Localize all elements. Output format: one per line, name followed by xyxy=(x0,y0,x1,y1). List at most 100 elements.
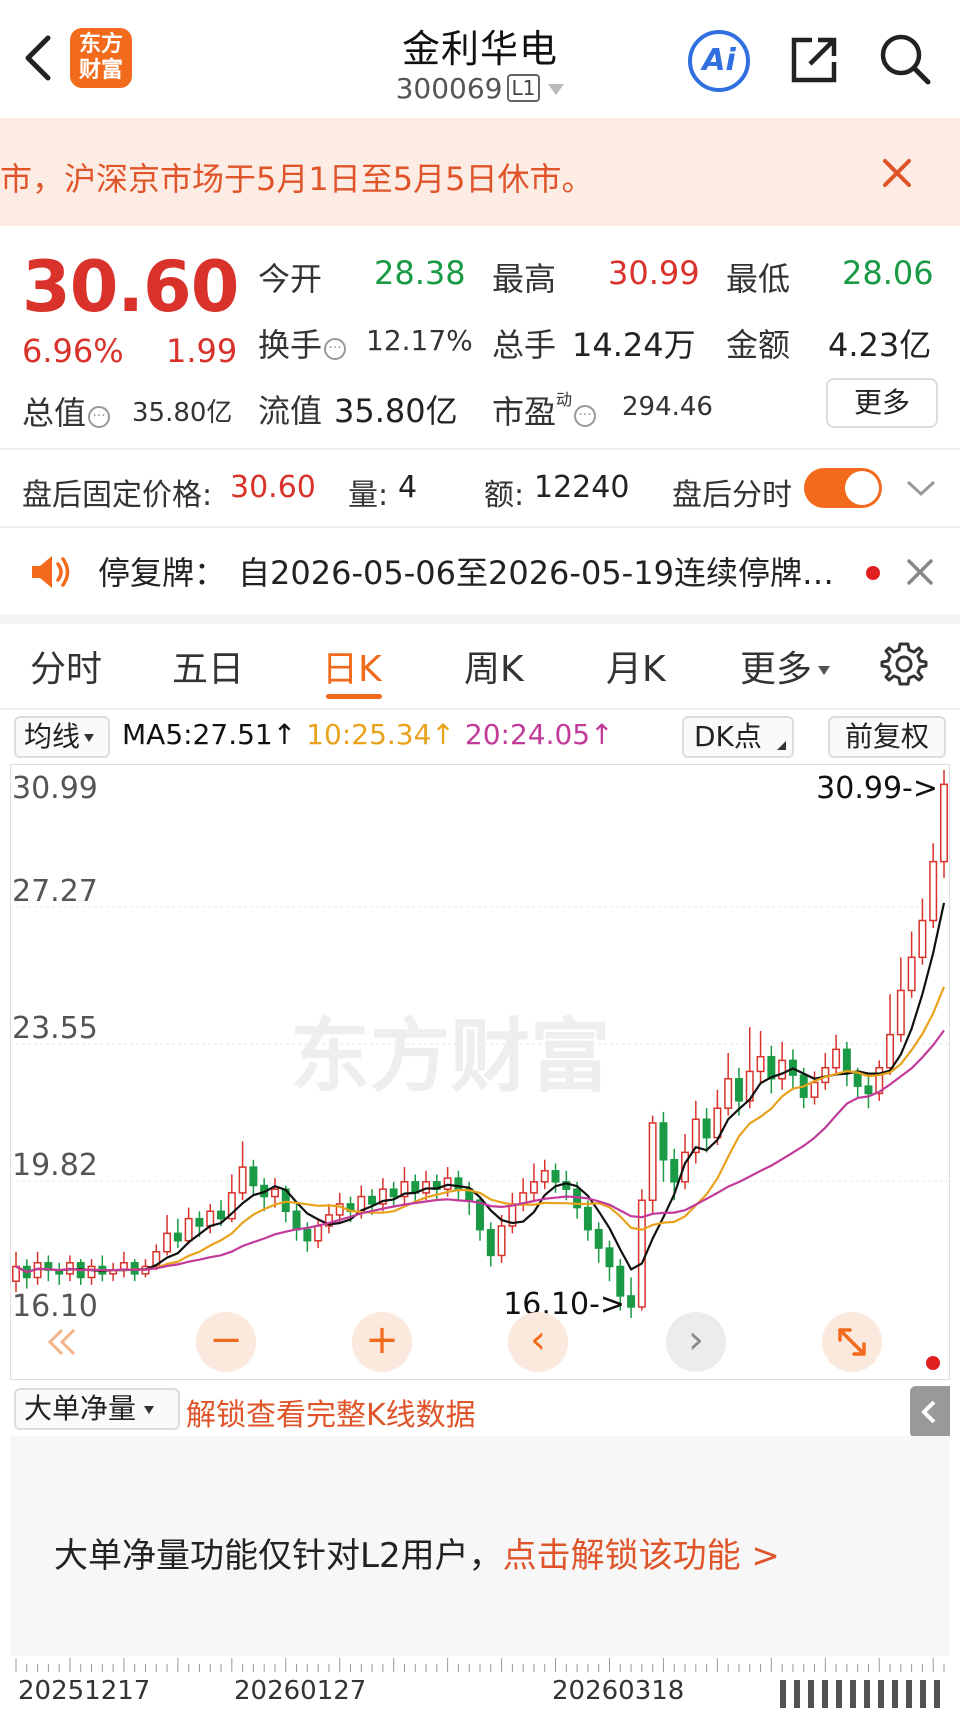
close-icon xyxy=(883,159,911,187)
float-value: 35.80亿 xyxy=(334,392,458,430)
pe-value: 294.46 xyxy=(622,392,713,422)
zoom-out-button[interactable]: − xyxy=(196,1312,256,1372)
tab-daily-k[interactable]: 日K xyxy=(322,640,382,692)
info-icon: ··· xyxy=(574,405,597,427)
after-hours-toggle-label: 盘后分时 xyxy=(672,478,792,513)
ai-button[interactable]: Ai xyxy=(688,30,750,92)
expand-icon xyxy=(838,1328,866,1356)
ma-select[interactable]: 均线 xyxy=(14,716,110,758)
ma20-value: 20:24.05 xyxy=(464,718,591,751)
candle-down xyxy=(605,1247,614,1268)
turnover-label[interactable]: 换手 ··· xyxy=(258,320,347,366)
candle-down xyxy=(173,1232,182,1242)
tab-monthly-k[interactable]: 月K xyxy=(606,640,666,692)
candle-up xyxy=(163,1232,172,1253)
unlock-feature-link[interactable]: 点击解锁该功能 > xyxy=(503,1536,780,1576)
candle-down xyxy=(702,1118,711,1139)
ma5-arrow: ↑ xyxy=(272,718,297,751)
y-tick-label: 23.55 xyxy=(12,1011,98,1046)
candle-up xyxy=(270,1188,279,1198)
indicator-select[interactable]: 大单净量 xyxy=(14,1388,180,1430)
candle-up xyxy=(940,783,948,863)
mktcap-label[interactable]: 总值 ··· xyxy=(22,388,111,434)
level-badge: L1 xyxy=(506,74,541,102)
candle-down xyxy=(476,1199,484,1231)
float-label: 流值 xyxy=(258,392,323,430)
candle-up xyxy=(918,919,927,959)
share-button[interactable] xyxy=(786,32,842,88)
notice-close-button[interactable] xyxy=(880,156,914,190)
candle-up xyxy=(756,1055,765,1073)
mktcap-label-text: 总值 xyxy=(22,394,87,432)
chevron-left-icon xyxy=(921,1400,936,1424)
dropdown-triangle-icon xyxy=(144,1406,155,1414)
amount-label: 金额 xyxy=(726,326,791,364)
candle-up xyxy=(778,1059,787,1080)
change-amount: 1.99 xyxy=(166,332,238,370)
after-hours-vol: 4 xyxy=(398,470,418,505)
candle-down xyxy=(842,1048,851,1073)
pe-label[interactable]: 市盈动··· xyxy=(492,386,597,433)
next-candle-button[interactable]: › xyxy=(666,1312,726,1372)
date-axis-ticks xyxy=(15,1658,945,1672)
halt-close-button[interactable] xyxy=(904,556,936,588)
candle-up xyxy=(896,989,905,1036)
share-icon xyxy=(791,37,837,83)
candlestick-chart[interactable]: 30.9927.2723.5519.8216.10东方财富30.99->16.1… xyxy=(10,764,950,1380)
candle-down xyxy=(292,1210,301,1231)
fullscreen-button[interactable] xyxy=(822,1312,882,1372)
tab-more[interactable]: 更多 xyxy=(740,640,831,692)
prev-candle-button[interactable]: ‹ xyxy=(508,1312,568,1372)
ma10-value: 10:25.34 xyxy=(306,718,432,751)
candle-down xyxy=(594,1228,603,1249)
collapse-panel-button[interactable] xyxy=(910,1386,950,1438)
info-icon: ··· xyxy=(324,338,347,360)
ma5-value: MA5:27.51 xyxy=(122,718,273,751)
chart-settings-button[interactable] xyxy=(880,640,928,688)
volume-label: 总手 xyxy=(492,326,557,364)
tab-five-day[interactable]: 五日 xyxy=(172,640,244,692)
low-label: 最低 xyxy=(726,260,791,298)
volume-value: 14.24万 xyxy=(572,326,696,364)
live-dot xyxy=(926,1356,940,1370)
market-holiday-notice[interactable]: 市，沪深京市场于5月1日至5月5日休市。 xyxy=(0,118,960,226)
dk-point-button[interactable]: DK点 xyxy=(682,716,794,758)
candle-down xyxy=(864,1085,873,1095)
candle-up xyxy=(184,1217,193,1242)
after-hours-toggle[interactable] xyxy=(804,468,882,508)
candle-up xyxy=(810,1081,819,1098)
ma-values: MA5:27.51↑ 10:25.34↑ 20:24.05↑ xyxy=(122,718,614,751)
ma10-arrow: ↑ xyxy=(431,718,455,751)
corner-triangle-icon xyxy=(777,741,786,750)
search-button[interactable] xyxy=(876,30,936,90)
halt-notice-row[interactable]: 停复牌： 自2026-05-06至2026-05-19连续停牌… xyxy=(0,528,960,614)
amount-value: 4.23亿 xyxy=(828,326,932,364)
expand-button[interactable] xyxy=(904,474,938,502)
unlock-kline-link[interactable]: 解锁查看完整K线数据 xyxy=(186,1390,476,1434)
high-value: 30.99 xyxy=(608,254,700,292)
candle-down xyxy=(195,1217,204,1227)
candle-down xyxy=(217,1210,226,1220)
tab-intraday[interactable]: 分时 xyxy=(30,640,102,692)
zoom-in-button[interactable]: + xyxy=(352,1312,412,1372)
candle-down xyxy=(368,1195,377,1205)
candle-down xyxy=(303,1228,312,1242)
candle-up xyxy=(648,1122,657,1201)
info-icon: ··· xyxy=(88,406,111,428)
more-quote-button[interactable]: 更多 xyxy=(826,378,938,428)
tab-weekly-k[interactable]: 周K xyxy=(464,640,524,692)
divider xyxy=(0,708,960,710)
turnover-label-text: 换手 xyxy=(258,326,323,364)
candle-up xyxy=(724,1078,733,1109)
candle-down xyxy=(486,1228,495,1257)
after-hours-price: 30.60 xyxy=(230,470,316,505)
candle-down xyxy=(627,1295,636,1308)
after-hours-price-label: 盘后固定价格: xyxy=(22,478,213,513)
adjust-button[interactable]: 前复权 xyxy=(828,716,946,758)
ma-select-label: 均线 xyxy=(24,720,81,753)
notice-text: 市，沪深京市场于5月1日至5月5日休市。 xyxy=(0,160,594,198)
candle-up xyxy=(238,1166,247,1194)
candle-up xyxy=(540,1170,549,1183)
unread-dot xyxy=(866,566,880,580)
scroll-left-button[interactable] xyxy=(34,1312,94,1372)
